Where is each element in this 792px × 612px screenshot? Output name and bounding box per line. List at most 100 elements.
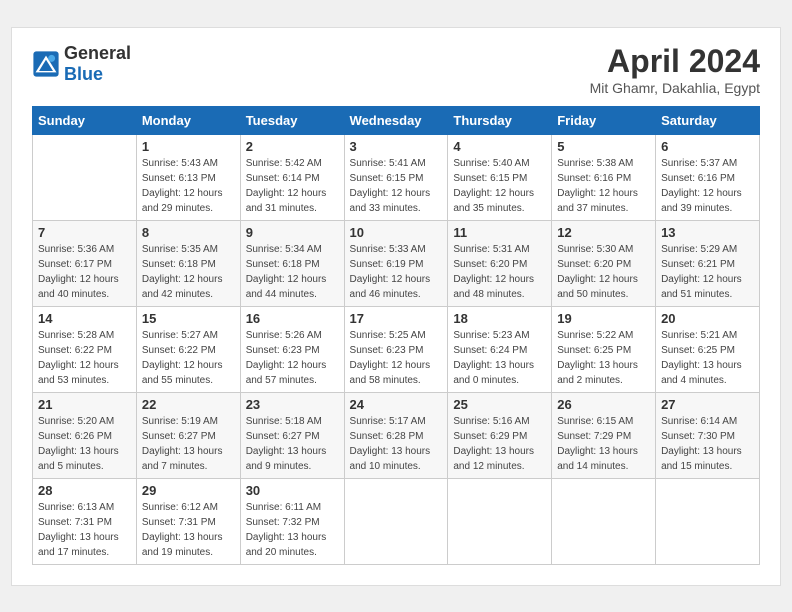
day-number: 24 (350, 397, 443, 412)
calendar-cell: 16Sunrise: 5:26 AMSunset: 6:23 PMDayligh… (240, 306, 344, 392)
day-info: Sunrise: 6:13 AMSunset: 7:31 PMDaylight:… (38, 500, 131, 560)
calendar-cell: 7Sunrise: 5:36 AMSunset: 6:17 PMDaylight… (33, 220, 137, 306)
day-number: 21 (38, 397, 131, 412)
day-info: Sunrise: 5:31 AMSunset: 6:20 PMDaylight:… (453, 242, 546, 302)
day-number: 15 (142, 311, 235, 326)
day-info: Sunrise: 5:27 AMSunset: 6:22 PMDaylight:… (142, 328, 235, 388)
day-number: 3 (350, 139, 443, 154)
day-number: 13 (661, 225, 754, 240)
logo-text-blue: Blue (64, 64, 131, 86)
weekday-header-saturday: Saturday (656, 106, 760, 134)
calendar-cell: 6Sunrise: 5:37 AMSunset: 6:16 PMDaylight… (656, 134, 760, 220)
logo: General Blue (32, 43, 131, 86)
day-number: 1 (142, 139, 235, 154)
day-number: 16 (246, 311, 339, 326)
calendar-cell (33, 134, 137, 220)
calendar-week-1: 7Sunrise: 5:36 AMSunset: 6:17 PMDaylight… (33, 220, 760, 306)
weekday-header-monday: Monday (136, 106, 240, 134)
day-info: Sunrise: 5:23 AMSunset: 6:24 PMDaylight:… (453, 328, 546, 388)
day-info: Sunrise: 5:35 AMSunset: 6:18 PMDaylight:… (142, 242, 235, 302)
day-number: 11 (453, 225, 546, 240)
calendar-cell: 20Sunrise: 5:21 AMSunset: 6:25 PMDayligh… (656, 306, 760, 392)
calendar-cell: 8 Sunrise: 5:35 AMSunset: 6:18 PMDaylight… (136, 220, 240, 306)
day-number: 29 (142, 483, 235, 498)
day-number: 17 (350, 311, 443, 326)
calendar-cell (344, 478, 448, 564)
day-number: 5 (557, 139, 650, 154)
day-info: Sunrise: 5:42 AMSunset: 6:14 PMDaylight:… (246, 156, 339, 216)
day-info: Sunrise: 5:22 AMSunset: 6:25 PMDaylight:… (557, 328, 650, 388)
logo-icon (32, 50, 60, 78)
day-number: 18 (453, 311, 546, 326)
calendar-cell: 2 Sunrise: 5:42 AMSunset: 6:14 PMDaylight… (240, 134, 344, 220)
day-info: Sunrise: 5:18 AMSunset: 6:27 PMDaylight:… (246, 414, 339, 474)
day-info: Sunrise: 6:12 AMSunset: 7:31 PMDaylight:… (142, 500, 235, 560)
title-section: April 2024 Mit Ghamr, Dakahlia, Egypt (590, 43, 760, 96)
calendar-cell: 27Sunrise: 6:14 AMSunset: 7:30 PMDayligh… (656, 392, 760, 478)
calendar-cell: 13 Sunrise: 5:29 AMSunset: 6:21 PMDayligh… (656, 220, 760, 306)
logo-text-general: General (64, 43, 131, 65)
calendar-cell: 4 Sunrise: 5:40 AMSunset: 6:15 PMDaylight… (448, 134, 552, 220)
calendar-cell: 5 Sunrise: 5:38 AMSunset: 6:16 PMDaylight… (552, 134, 656, 220)
calendar-cell (448, 478, 552, 564)
month-title: April 2024 (590, 43, 760, 80)
day-info: Sunrise: 5:40 AMSunset: 6:15 PMDaylight:… (453, 156, 546, 216)
day-info: Sunrise: 5:28 AMSunset: 6:22 PMDaylight:… (38, 328, 131, 388)
location-title: Mit Ghamr, Dakahlia, Egypt (590, 80, 760, 96)
day-info: Sunrise: 5:41 AMSunset: 6:15 PMDaylight:… (350, 156, 443, 216)
calendar-cell: 24 Sunrise: 5:17 AMSunset: 6:28 PMDayligh… (344, 392, 448, 478)
calendar-cell (656, 478, 760, 564)
day-number: 26 (557, 397, 650, 412)
calendar-cell: 21 Sunrise: 5:20 AMSunset: 6:26 PMDayligh… (33, 392, 137, 478)
day-info: Sunrise: 5:20 AMSunset: 6:26 PMDaylight:… (38, 414, 131, 474)
calendar-cell: 22 Sunrise: 5:19 AMSunset: 6:27 PMDayligh… (136, 392, 240, 478)
day-number: 6 (661, 139, 754, 154)
calendar-cell: 19Sunrise: 5:22 AMSunset: 6:25 PMDayligh… (552, 306, 656, 392)
calendar-week-0: 1 Sunrise: 5:43 AMSunset: 6:13 PMDaylight… (33, 134, 760, 220)
day-info: Sunrise: 5:16 AMSunset: 6:29 PMDaylight:… (453, 414, 546, 474)
day-number: 4 (453, 139, 546, 154)
day-info: Sunrise: 5:17 AMSunset: 6:28 PMDaylight:… (350, 414, 443, 474)
calendar-cell: 3 Sunrise: 5:41 AMSunset: 6:15 PMDaylight… (344, 134, 448, 220)
calendar-cell: 14 Sunrise: 5:28 AMSunset: 6:22 PMDayligh… (33, 306, 137, 392)
day-info: Sunrise: 5:21 AMSunset: 6:25 PMDaylight:… (661, 328, 754, 388)
day-number: 23 (246, 397, 339, 412)
calendar-cell: 28Sunrise: 6:13 AMSunset: 7:31 PMDayligh… (33, 478, 137, 564)
day-info: Sunrise: 5:19 AMSunset: 6:27 PMDaylight:… (142, 414, 235, 474)
day-number: 8 (142, 225, 235, 240)
calendar-week-3: 21 Sunrise: 5:20 AMSunset: 6:26 PMDayligh… (33, 392, 760, 478)
weekday-header-friday: Friday (552, 106, 656, 134)
day-info: Sunrise: 6:14 AMSunset: 7:30 PMDaylight:… (661, 414, 754, 474)
day-number: 7 (38, 225, 131, 240)
calendar-cell: 9Sunrise: 5:34 AMSunset: 6:18 PMDaylight… (240, 220, 344, 306)
calendar-header: General Blue April 2024 Mit Ghamr, Dakah… (32, 43, 760, 96)
day-number: 22 (142, 397, 235, 412)
weekday-header-tuesday: Tuesday (240, 106, 344, 134)
day-number: 9 (246, 225, 339, 240)
day-number: 25 (453, 397, 546, 412)
day-info: Sunrise: 5:29 AMSunset: 6:21 PMDaylight:… (661, 242, 754, 302)
weekday-header-wednesday: Wednesday (344, 106, 448, 134)
day-number: 2 (246, 139, 339, 154)
day-number: 12 (557, 225, 650, 240)
day-info: Sunrise: 5:30 AMSunset: 6:20 PMDaylight:… (557, 242, 650, 302)
day-info: Sunrise: 5:43 AMSunset: 6:13 PMDaylight:… (142, 156, 235, 216)
day-number: 30 (246, 483, 339, 498)
calendar-cell: 12 Sunrise: 5:30 AMSunset: 6:20 PMDayligh… (552, 220, 656, 306)
calendar-cell: 30Sunrise: 6:11 AMSunset: 7:32 PMDayligh… (240, 478, 344, 564)
calendar-cell: 11 Sunrise: 5:31 AMSunset: 6:20 PMDayligh… (448, 220, 552, 306)
weekday-header-row: SundayMondayTuesdayWednesdayThursdayFrid… (33, 106, 760, 134)
day-number: 10 (350, 225, 443, 240)
calendar-table: SundayMondayTuesdayWednesdayThursdayFrid… (32, 106, 760, 565)
calendar-cell (552, 478, 656, 564)
calendar-cell: 15 Sunrise: 5:27 AMSunset: 6:22 PMDayligh… (136, 306, 240, 392)
calendar-cell: 10Sunrise: 5:33 AMSunset: 6:19 PMDayligh… (344, 220, 448, 306)
calendar-cell: 29 Sunrise: 6:12 AMSunset: 7:31 PMDayligh… (136, 478, 240, 564)
calendar-container: General Blue April 2024 Mit Ghamr, Dakah… (11, 27, 781, 586)
day-info: Sunrise: 6:15 AMSunset: 7:29 PMDaylight:… (557, 414, 650, 474)
day-info: Sunrise: 5:38 AMSunset: 6:16 PMDaylight:… (557, 156, 650, 216)
day-number: 14 (38, 311, 131, 326)
day-info: Sunrise: 5:25 AMSunset: 6:23 PMDaylight:… (350, 328, 443, 388)
calendar-cell: 26 Sunrise: 6:15 AMSunset: 7:29 PMDayligh… (552, 392, 656, 478)
calendar-week-4: 28Sunrise: 6:13 AMSunset: 7:31 PMDayligh… (33, 478, 760, 564)
